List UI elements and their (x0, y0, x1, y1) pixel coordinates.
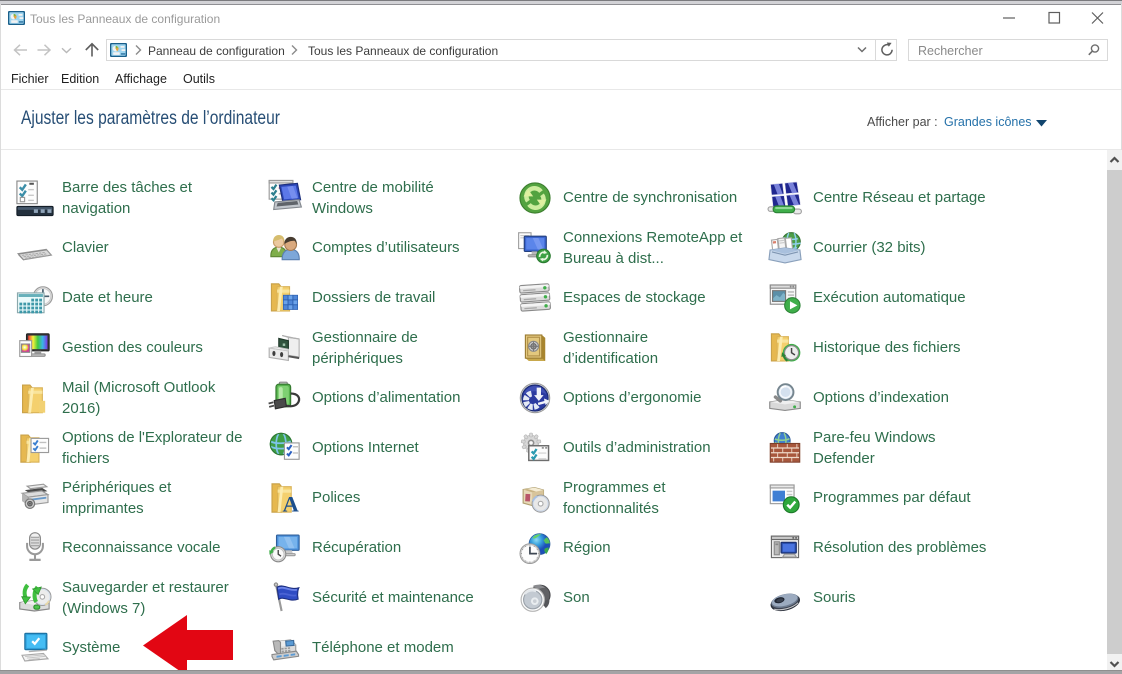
svg-text:A: A (282, 491, 299, 516)
